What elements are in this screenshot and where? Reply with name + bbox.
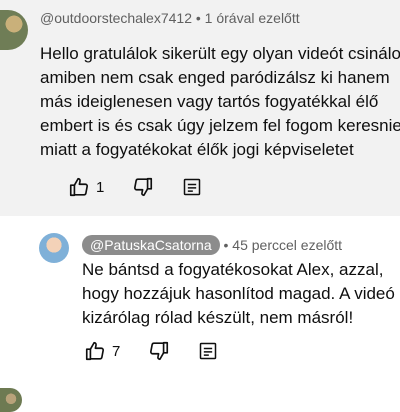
comment-time[interactable]: 1 órával ezelőtt [205,10,300,26]
comment-text-line: miatt a fogyatékokat élők jogi képvisele… [40,140,354,159]
highlighted-comment: @outdoorstechalex7412 • 1 órával ezelőtt… [0,0,400,216]
comment-text-line: embert is és csak úgy jelzem fel fogom k… [40,116,400,135]
comment-time[interactable]: 45 perccel ezelőtt [232,237,342,253]
thumbs-up-icon [69,177,89,197]
thumbs-up-icon [85,341,105,361]
comment-text-line: Hello gratulálok sikerült egy olyan vide… [40,44,400,63]
comment-text: Hello gratulálok sikerült egy olyan vide… [40,42,400,162]
comment-text-line: más ideiglenesen vagy tartós fogyatékkal… [40,92,379,111]
dislike-button[interactable] [148,340,170,362]
comment-text-line: hogy hozzájuk hasonlítod magad. A videó [82,284,395,303]
user-avatar[interactable] [39,233,69,263]
like-button[interactable]: 7 [84,340,120,362]
reply-button[interactable] [182,177,202,197]
comment-author[interactable]: @outdoorstechalex7412 [40,10,192,26]
reply-comment-icon [184,178,201,196]
thumbs-down-icon [150,341,169,361]
user-avatar[interactable] [0,10,28,50]
like-button[interactable]: 1 [68,176,104,198]
reply-button[interactable] [198,341,218,361]
like-count: 7 [112,342,121,360]
comment-text-line: Ne bántsd a fogyatékosokat Alex, azzal, [82,260,384,279]
comment-text-line: amiben nem csak enged paródizálsz ki han… [40,68,390,87]
user-avatar[interactable] [0,388,22,412]
meta-separator: • [223,237,229,253]
meta-separator: • [195,10,201,26]
reply-comment-icon [200,342,217,360]
thumbs-down-icon [134,177,153,197]
comment-author[interactable]: @PatuskaCsatorna [82,235,220,255]
comment-actions: 7 [84,340,246,362]
dislike-button[interactable] [132,176,154,198]
comment-text: Ne bántsd a fogyatékosokat Alex, azzal, … [82,258,397,330]
comment-text-line: kizárólag rólad készült, nem másról! [82,308,354,327]
like-count: 1 [96,178,105,196]
comment-actions: 1 [68,176,230,198]
comment-meta: @PatuskaCsatorna • 45 perccel ezelőtt [82,235,342,255]
comment-meta: @outdoorstechalex7412 • 1 órával ezelőtt [40,10,300,26]
